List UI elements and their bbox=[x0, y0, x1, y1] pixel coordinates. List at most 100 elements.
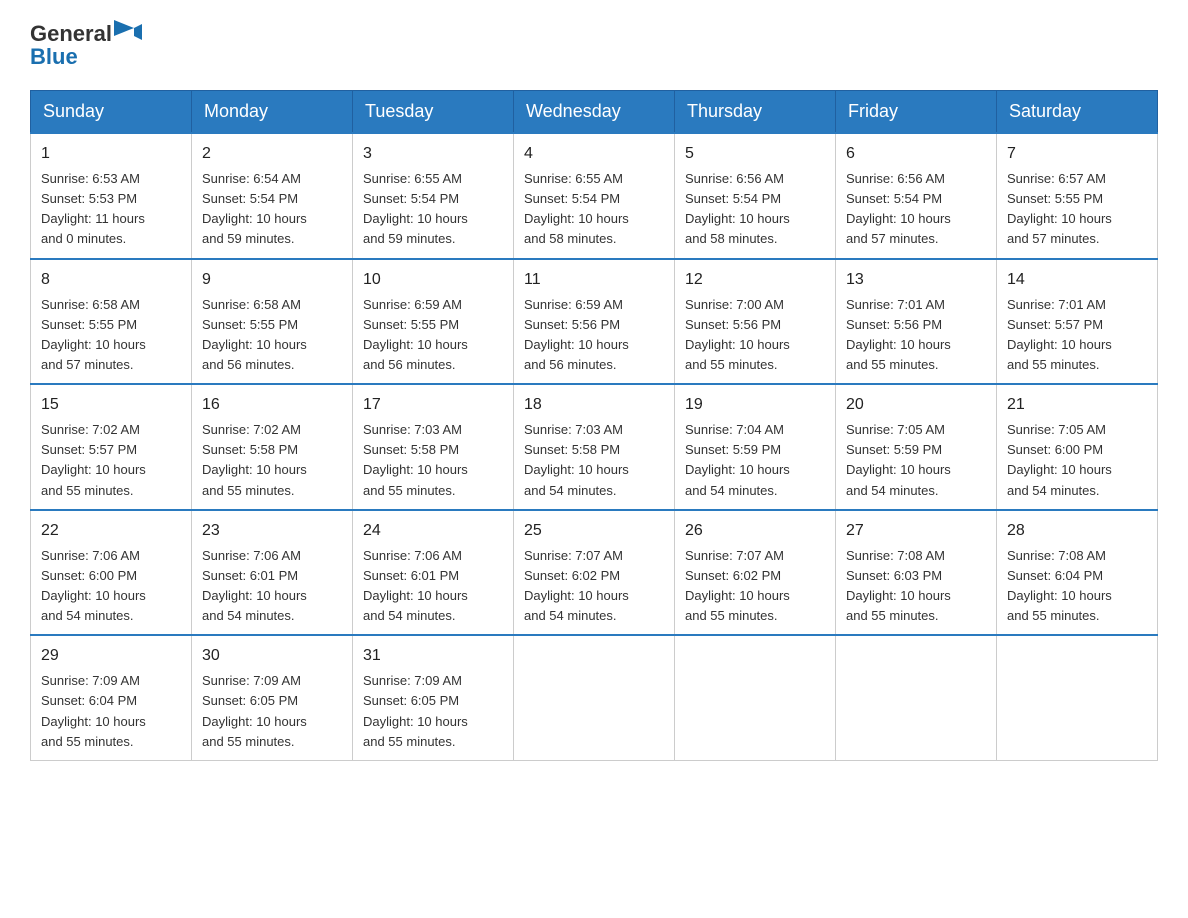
day-number: 2 bbox=[202, 142, 342, 166]
day-number: 7 bbox=[1007, 142, 1147, 166]
calendar-cell: 18 Sunrise: 7:03 AM Sunset: 5:58 PM Dayl… bbox=[514, 384, 675, 510]
calendar-week-row: 22 Sunrise: 7:06 AM Sunset: 6:00 PM Dayl… bbox=[31, 510, 1158, 636]
day-number: 1 bbox=[41, 142, 181, 166]
day-number: 21 bbox=[1007, 393, 1147, 417]
calendar-cell: 17 Sunrise: 7:03 AM Sunset: 5:58 PM Dayl… bbox=[353, 384, 514, 510]
calendar-cell: 8 Sunrise: 6:58 AM Sunset: 5:55 PM Dayli… bbox=[31, 259, 192, 385]
day-number: 11 bbox=[524, 268, 664, 292]
day-number: 30 bbox=[202, 644, 342, 668]
day-info: Sunrise: 6:56 AM Sunset: 5:54 PM Dayligh… bbox=[846, 169, 986, 250]
calendar-cell: 7 Sunrise: 6:57 AM Sunset: 5:55 PM Dayli… bbox=[997, 133, 1158, 259]
day-info: Sunrise: 7:00 AM Sunset: 5:56 PM Dayligh… bbox=[685, 295, 825, 376]
day-number: 22 bbox=[41, 519, 181, 543]
day-info: Sunrise: 7:03 AM Sunset: 5:58 PM Dayligh… bbox=[524, 420, 664, 501]
day-info: Sunrise: 7:09 AM Sunset: 6:05 PM Dayligh… bbox=[202, 671, 342, 752]
day-number: 5 bbox=[685, 142, 825, 166]
day-number: 8 bbox=[41, 268, 181, 292]
day-info: Sunrise: 6:55 AM Sunset: 5:54 PM Dayligh… bbox=[363, 169, 503, 250]
day-info: Sunrise: 6:55 AM Sunset: 5:54 PM Dayligh… bbox=[524, 169, 664, 250]
day-header-wednesday: Wednesday bbox=[514, 91, 675, 134]
day-info: Sunrise: 7:07 AM Sunset: 6:02 PM Dayligh… bbox=[524, 546, 664, 627]
day-number: 25 bbox=[524, 519, 664, 543]
day-number: 16 bbox=[202, 393, 342, 417]
day-number: 15 bbox=[41, 393, 181, 417]
day-number: 23 bbox=[202, 519, 342, 543]
calendar-cell: 3 Sunrise: 6:55 AM Sunset: 5:54 PM Dayli… bbox=[353, 133, 514, 259]
day-number: 14 bbox=[1007, 268, 1147, 292]
day-info: Sunrise: 7:07 AM Sunset: 6:02 PM Dayligh… bbox=[685, 546, 825, 627]
day-header-sunday: Sunday bbox=[31, 91, 192, 134]
calendar-cell: 26 Sunrise: 7:07 AM Sunset: 6:02 PM Dayl… bbox=[675, 510, 836, 636]
calendar-cell: 2 Sunrise: 6:54 AM Sunset: 5:54 PM Dayli… bbox=[192, 133, 353, 259]
day-number: 20 bbox=[846, 393, 986, 417]
day-number: 29 bbox=[41, 644, 181, 668]
day-info: Sunrise: 6:54 AM Sunset: 5:54 PM Dayligh… bbox=[202, 169, 342, 250]
calendar-cell: 25 Sunrise: 7:07 AM Sunset: 6:02 PM Dayl… bbox=[514, 510, 675, 636]
day-info: Sunrise: 7:05 AM Sunset: 5:59 PM Dayligh… bbox=[846, 420, 986, 501]
day-info: Sunrise: 6:58 AM Sunset: 5:55 PM Dayligh… bbox=[202, 295, 342, 376]
day-info: Sunrise: 7:02 AM Sunset: 5:58 PM Dayligh… bbox=[202, 420, 342, 501]
calendar-cell bbox=[675, 635, 836, 760]
day-number: 24 bbox=[363, 519, 503, 543]
day-number: 12 bbox=[685, 268, 825, 292]
day-info: Sunrise: 7:05 AM Sunset: 6:00 PM Dayligh… bbox=[1007, 420, 1147, 501]
calendar-cell: 12 Sunrise: 7:00 AM Sunset: 5:56 PM Dayl… bbox=[675, 259, 836, 385]
day-info: Sunrise: 7:08 AM Sunset: 6:03 PM Dayligh… bbox=[846, 546, 986, 627]
calendar-cell: 24 Sunrise: 7:06 AM Sunset: 6:01 PM Dayl… bbox=[353, 510, 514, 636]
calendar-cell: 10 Sunrise: 6:59 AM Sunset: 5:55 PM Dayl… bbox=[353, 259, 514, 385]
day-number: 26 bbox=[685, 519, 825, 543]
day-info: Sunrise: 7:06 AM Sunset: 6:01 PM Dayligh… bbox=[202, 546, 342, 627]
calendar-cell: 15 Sunrise: 7:02 AM Sunset: 5:57 PM Dayl… bbox=[31, 384, 192, 510]
day-header-tuesday: Tuesday bbox=[353, 91, 514, 134]
calendar-cell: 16 Sunrise: 7:02 AM Sunset: 5:58 PM Dayl… bbox=[192, 384, 353, 510]
day-number: 4 bbox=[524, 142, 664, 166]
calendar-cell: 6 Sunrise: 6:56 AM Sunset: 5:54 PM Dayli… bbox=[836, 133, 997, 259]
calendar-cell: 19 Sunrise: 7:04 AM Sunset: 5:59 PM Dayl… bbox=[675, 384, 836, 510]
day-info: Sunrise: 7:09 AM Sunset: 6:04 PM Dayligh… bbox=[41, 671, 181, 752]
day-number: 9 bbox=[202, 268, 342, 292]
day-number: 31 bbox=[363, 644, 503, 668]
day-info: Sunrise: 6:59 AM Sunset: 5:55 PM Dayligh… bbox=[363, 295, 503, 376]
calendar-cell: 13 Sunrise: 7:01 AM Sunset: 5:56 PM Dayl… bbox=[836, 259, 997, 385]
day-info: Sunrise: 7:08 AM Sunset: 6:04 PM Dayligh… bbox=[1007, 546, 1147, 627]
day-info: Sunrise: 6:53 AM Sunset: 5:53 PM Dayligh… bbox=[41, 169, 181, 250]
calendar-cell: 14 Sunrise: 7:01 AM Sunset: 5:57 PM Dayl… bbox=[997, 259, 1158, 385]
day-info: Sunrise: 6:58 AM Sunset: 5:55 PM Dayligh… bbox=[41, 295, 181, 376]
calendar-cell bbox=[836, 635, 997, 760]
day-header-saturday: Saturday bbox=[997, 91, 1158, 134]
calendar-week-row: 8 Sunrise: 6:58 AM Sunset: 5:55 PM Dayli… bbox=[31, 259, 1158, 385]
day-number: 17 bbox=[363, 393, 503, 417]
day-info: Sunrise: 7:02 AM Sunset: 5:57 PM Dayligh… bbox=[41, 420, 181, 501]
header: General Blue bbox=[30, 20, 1158, 70]
calendar-cell: 27 Sunrise: 7:08 AM Sunset: 6:03 PM Dayl… bbox=[836, 510, 997, 636]
day-number: 13 bbox=[846, 268, 986, 292]
day-info: Sunrise: 7:01 AM Sunset: 5:56 PM Dayligh… bbox=[846, 295, 986, 376]
day-number: 18 bbox=[524, 393, 664, 417]
calendar-week-row: 29 Sunrise: 7:09 AM Sunset: 6:04 PM Dayl… bbox=[31, 635, 1158, 760]
calendar-cell: 9 Sunrise: 6:58 AM Sunset: 5:55 PM Dayli… bbox=[192, 259, 353, 385]
calendar-cell bbox=[514, 635, 675, 760]
calendar-cell: 21 Sunrise: 7:05 AM Sunset: 6:00 PM Dayl… bbox=[997, 384, 1158, 510]
calendar-cell: 28 Sunrise: 7:08 AM Sunset: 6:04 PM Dayl… bbox=[997, 510, 1158, 636]
day-number: 27 bbox=[846, 519, 986, 543]
logo-flag-icon bbox=[114, 20, 142, 48]
day-number: 10 bbox=[363, 268, 503, 292]
calendar-header-row: SundayMondayTuesdayWednesdayThursdayFrid… bbox=[31, 91, 1158, 134]
day-info: Sunrise: 7:06 AM Sunset: 6:01 PM Dayligh… bbox=[363, 546, 503, 627]
calendar-cell: 4 Sunrise: 6:55 AM Sunset: 5:54 PM Dayli… bbox=[514, 133, 675, 259]
day-header-thursday: Thursday bbox=[675, 91, 836, 134]
day-number: 28 bbox=[1007, 519, 1147, 543]
calendar-cell: 20 Sunrise: 7:05 AM Sunset: 5:59 PM Dayl… bbox=[836, 384, 997, 510]
calendar-week-row: 1 Sunrise: 6:53 AM Sunset: 5:53 PM Dayli… bbox=[31, 133, 1158, 259]
day-info: Sunrise: 7:09 AM Sunset: 6:05 PM Dayligh… bbox=[363, 671, 503, 752]
calendar-table: SundayMondayTuesdayWednesdayThursdayFrid… bbox=[30, 90, 1158, 761]
day-number: 6 bbox=[846, 142, 986, 166]
day-info: Sunrise: 6:59 AM Sunset: 5:56 PM Dayligh… bbox=[524, 295, 664, 376]
calendar-cell: 1 Sunrise: 6:53 AM Sunset: 5:53 PM Dayli… bbox=[31, 133, 192, 259]
day-number: 19 bbox=[685, 393, 825, 417]
calendar-cell: 23 Sunrise: 7:06 AM Sunset: 6:01 PM Dayl… bbox=[192, 510, 353, 636]
calendar-cell: 29 Sunrise: 7:09 AM Sunset: 6:04 PM Dayl… bbox=[31, 635, 192, 760]
logo: General Blue bbox=[30, 20, 142, 70]
day-info: Sunrise: 7:03 AM Sunset: 5:58 PM Dayligh… bbox=[363, 420, 503, 501]
day-info: Sunrise: 7:06 AM Sunset: 6:00 PM Dayligh… bbox=[41, 546, 181, 627]
